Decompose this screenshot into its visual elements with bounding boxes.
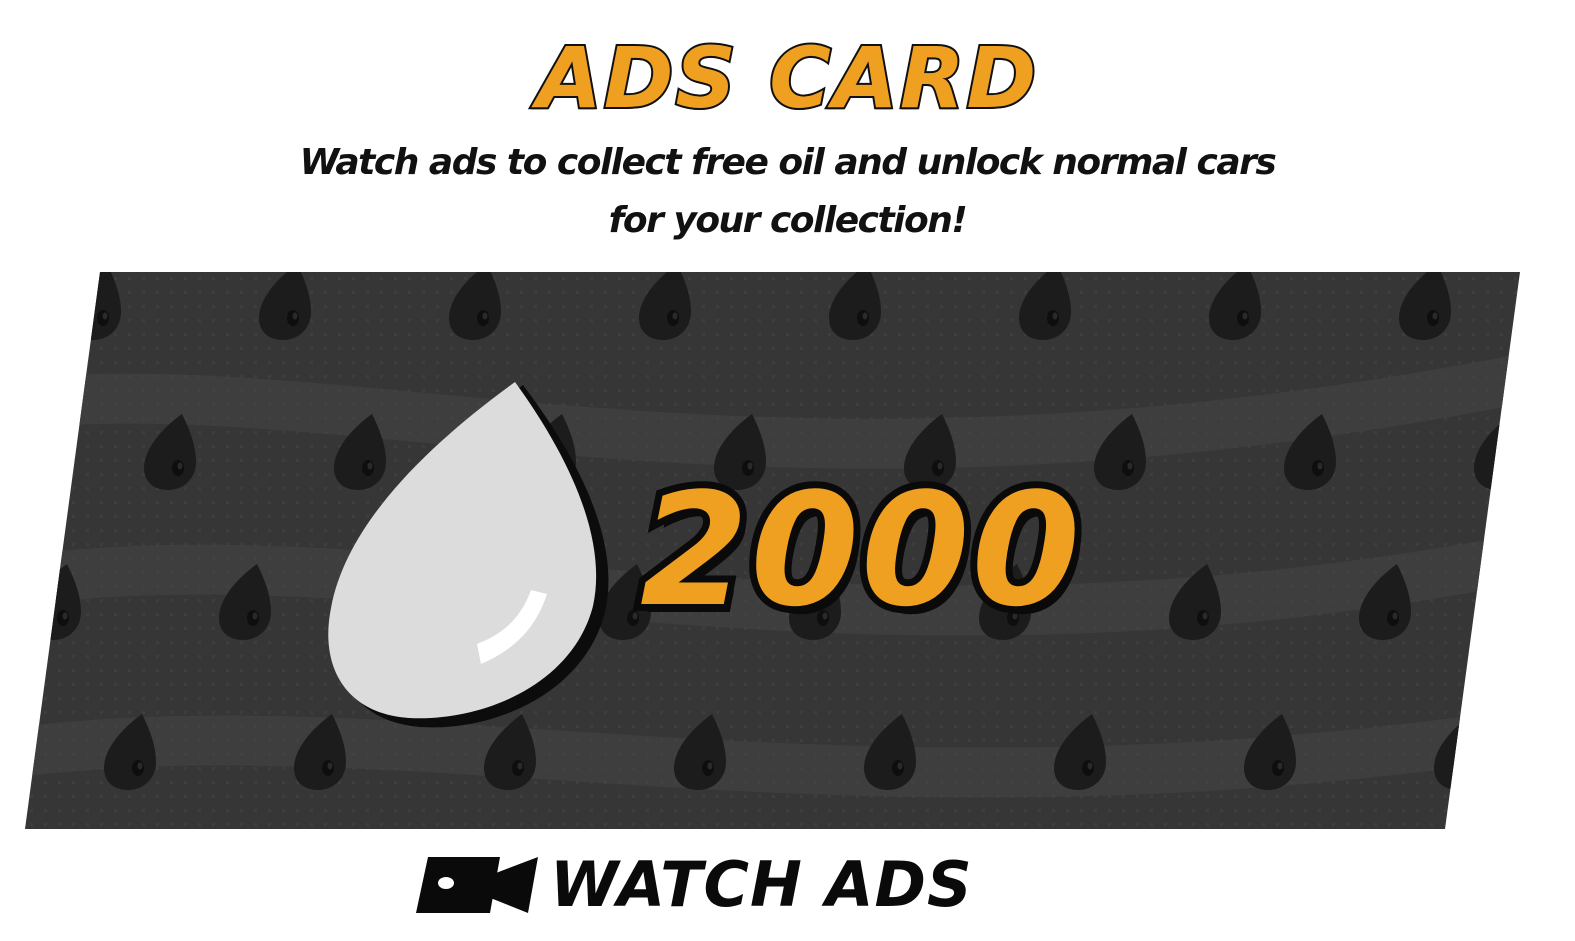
video-camera-icon	[416, 857, 538, 913]
background-drop-icon	[69, 272, 121, 340]
watch-ads-label: WATCH ADS	[550, 848, 973, 921]
reward-amount: 2000	[633, 452, 1087, 648]
subtitle-line-2: for your collection!	[608, 200, 968, 241]
page-subtitle: Watch ads to collect free oil and unlock…	[200, 134, 1375, 250]
watch-ads-button[interactable]: WATCH ADS	[410, 848, 1050, 922]
subtitle-line-1: Watch ads to collect free oil and unlock…	[299, 142, 1277, 183]
page-title: ADS CARD	[535, 27, 1039, 129]
